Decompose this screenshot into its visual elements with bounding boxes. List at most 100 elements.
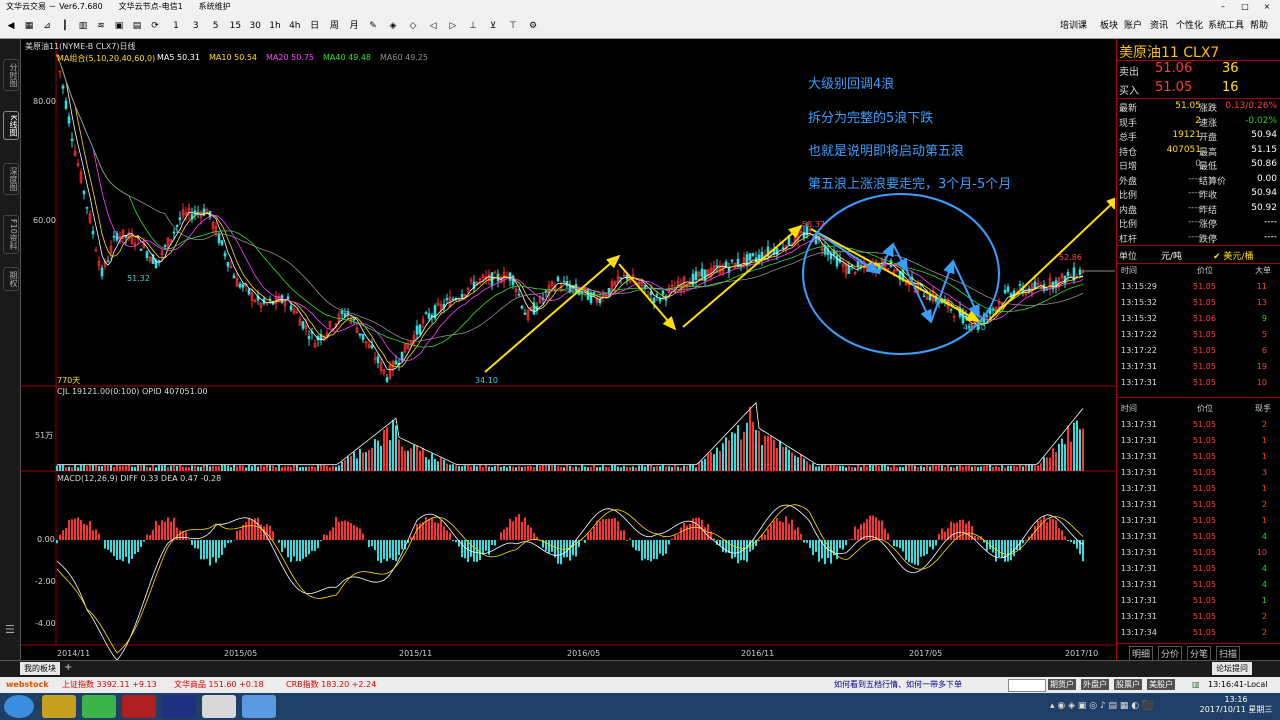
tray-clock[interactable]: 13:16 2017/10/11 星期三 (1196, 695, 1276, 715)
draw-icon[interactable]: ✎ (366, 19, 380, 33)
taskbar-app-wenhua-icon[interactable] (122, 695, 156, 718)
window-icon[interactable]: ▤ (130, 19, 144, 33)
account-button[interactable]: 外盘户 (1081, 679, 1109, 690)
start-button[interactable] (4, 695, 34, 718)
menu-1[interactable]: 板块 (1100, 19, 1118, 33)
index-shanghai[interactable]: 上证指数 3392.11 +9.13 (62, 677, 157, 693)
ticklist-row[interactable]: 13:15:32 51.06 9 (1117, 311, 1280, 327)
scroll-left-icon[interactable]: ◁ (426, 19, 440, 33)
period-button-9[interactable]: 月 (346, 19, 362, 33)
quote-tab[interactable]: 明细 (1129, 646, 1154, 661)
period-button-1[interactable]: 3 (188, 19, 204, 33)
ask-row[interactable]: 卖出 51.06 36 (1117, 61, 1280, 79)
ticklist-row[interactable]: 13:17:31 51.05 10 (1117, 545, 1280, 561)
quote-tab[interactable]: 分价 (1158, 646, 1183, 661)
ticklist-row[interactable]: 13:17:31 51.05 10 (1117, 375, 1280, 391)
period-button-0[interactable]: 1 (168, 19, 184, 33)
period-button-5[interactable]: 1h (267, 19, 283, 33)
ticklist-row[interactable]: 13:17:34 51.05 2 (1117, 625, 1280, 641)
menu-4[interactable]: 个性化 (1176, 19, 1203, 33)
ticklist-row[interactable]: 13:17:31 51.05 19 (1117, 359, 1280, 375)
taskbar-app-trade-icon[interactable] (162, 695, 196, 718)
code-input[interactable] (1008, 679, 1046, 692)
ticklist-row[interactable]: 13:17:31 51.05 2 (1117, 609, 1280, 625)
taskbar-app-wechat-icon[interactable] (82, 695, 116, 718)
tray-icons[interactable]: ▴ ◉ ◈ ▣ ◎ ♪ ▤ ▦ ◐ ⬛ (1050, 701, 1153, 711)
zoom-in-icon[interactable]: ◈ (386, 19, 400, 33)
period-button-2[interactable]: 5 (208, 19, 224, 33)
candle-body (451, 298, 455, 301)
macd-bar (554, 540, 556, 558)
menu-5[interactable]: 系统工具 (1208, 19, 1244, 33)
ticklist-row[interactable]: 13:17:31 51.05 2 (1117, 417, 1280, 433)
ticklist-row[interactable]: 13:17:31 51.05 3 (1117, 465, 1280, 481)
bid-row[interactable]: 买入 51.05 16 (1117, 80, 1280, 98)
period-button-8[interactable]: 周 (326, 19, 342, 33)
volume-bar (530, 465, 532, 471)
grid-icon[interactable]: ▦ (22, 19, 36, 33)
close-icon[interactable]: × (1256, 0, 1278, 14)
layout-icon[interactable]: ▣ (112, 19, 126, 33)
ticklist-row[interactable]: 13:17:31 51.05 1 (1117, 593, 1280, 609)
taskbar-app-browser-icon[interactable] (242, 695, 276, 718)
ticklist-row[interactable]: 13:17:31 51.05 1 (1117, 481, 1280, 497)
bar-chart-icon[interactable]: ▥ (76, 19, 90, 33)
menu-2[interactable]: 账户 (1124, 19, 1142, 33)
account-button[interactable]: 期货户 (1048, 679, 1076, 690)
text-icon[interactable]: ⊤ (506, 19, 520, 33)
menu-icon[interactable]: ☰ (5, 623, 15, 636)
compare-icon[interactable]: ≋ (94, 19, 108, 33)
scroll-right-icon[interactable]: ▷ (446, 19, 460, 33)
index-crb[interactable]: CRB指数 183.20 +2.24 (286, 677, 376, 693)
period-button-4[interactable]: 30 (247, 19, 263, 33)
menu-0[interactable]: 培训课 (1060, 19, 1087, 33)
kline-icon[interactable]: ┃ (58, 19, 72, 33)
taskbar-app-files-icon[interactable] (42, 695, 76, 718)
account-button[interactable]: 美股户 (1147, 679, 1175, 690)
ticklist-row[interactable]: 13:17:22 51.05 6 (1117, 343, 1280, 359)
tab-minute-chart[interactable]: 分时图 (3, 59, 19, 91)
minimize-icon[interactable]: – (1212, 0, 1234, 14)
ticklist-row[interactable]: 13:17:31 51.05 1 (1117, 449, 1280, 465)
tool-icon[interactable]: ⊻ (486, 19, 500, 33)
zoom-out-icon[interactable]: ◇ (406, 19, 420, 33)
index-wenhua[interactable]: 文华商品 151.60 +0.18 (174, 677, 264, 693)
ticklist-row[interactable]: 13:17:31 51.05 4 (1117, 529, 1280, 545)
period-button-3[interactable]: 15 (227, 19, 243, 33)
maximize-icon[interactable]: □ (1234, 0, 1256, 14)
menu-3[interactable]: 资讯 (1150, 19, 1168, 33)
tab-f10[interactable]: F10资料 (3, 215, 19, 254)
menu-6[interactable]: 帮助 (1250, 19, 1268, 33)
stat-label: 昨收 (1199, 191, 1218, 201)
pin-icon[interactable]: ⊥ (466, 19, 480, 33)
help-hint-link[interactable]: 如何看到五档行情、如何一带多下单 (834, 677, 962, 693)
forum-button[interactable]: 论坛提问 (1212, 662, 1252, 675)
tab-kline[interactable]: K线图 (3, 111, 19, 141)
currency-select[interactable]: ✔ 美元/桶 (1213, 249, 1253, 262)
period-button-6[interactable]: 4h (287, 19, 303, 33)
tab-my-board[interactable]: 我的板块 (20, 662, 60, 675)
refresh-icon[interactable]: ⟳ (148, 19, 162, 33)
volume-bar (1055, 452, 1057, 471)
ticklist-row[interactable]: 13:17:31 51.05 4 (1117, 561, 1280, 577)
ticklist-row[interactable]: 13:15:32 51.05 13 (1117, 295, 1280, 311)
settings-icon[interactable]: ⚙ (526, 19, 540, 33)
quote-tab[interactable]: 分笔 (1187, 646, 1212, 661)
minute-chart-icon[interactable]: ⊿ (40, 19, 54, 33)
tab-options[interactable]: 期权 (3, 267, 19, 291)
ticklist-row[interactable]: 13:17:22 51.05 5 (1117, 327, 1280, 343)
volume-bar (1040, 463, 1042, 471)
ticklist-row[interactable]: 13:17:31 51.05 2 (1117, 497, 1280, 513)
ticklist-row[interactable]: 13:17:31 51.05 4 (1117, 577, 1280, 593)
back-icon[interactable]: ◀ (4, 19, 18, 33)
tab-depth[interactable]: 深度图 (3, 163, 19, 195)
kline-chart[interactable]: 美原油11(NYME-B CLX7)日线 MA组合(5,10,20,40,60,… (21, 39, 1115, 660)
ticklist-row[interactable]: 13:15:29 51.05 11 (1117, 279, 1280, 295)
ticklist-row[interactable]: 13:17:31 51.05 1 (1117, 513, 1280, 529)
period-button-7[interactable]: 日 (307, 19, 323, 33)
quote-tab[interactable]: 扫描 (1216, 646, 1241, 661)
account-button[interactable]: 股票户 (1114, 679, 1142, 690)
add-tab-icon[interactable]: + (64, 662, 72, 673)
ticklist-row[interactable]: 13:17:31 51.05 1 (1117, 433, 1280, 449)
taskbar-app-user-icon[interactable] (202, 695, 236, 718)
